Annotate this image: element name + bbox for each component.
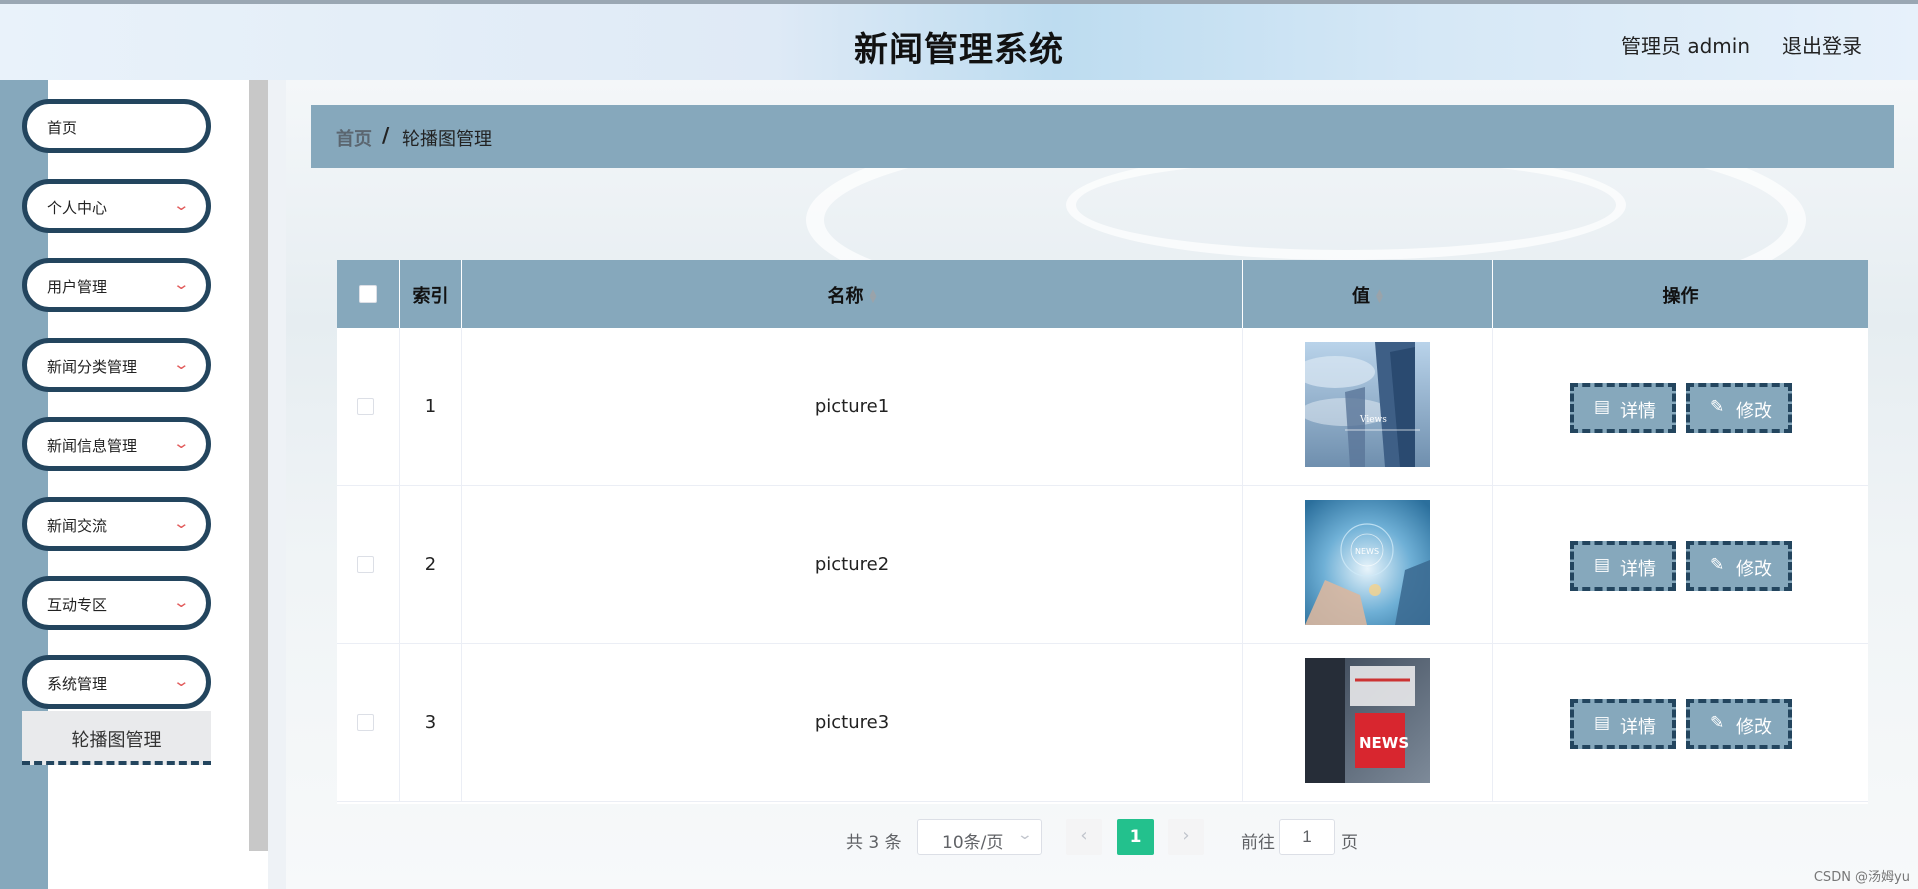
row-name: picture2	[814, 554, 890, 575]
breadcrumb-current: 轮播图管理	[402, 129, 492, 150]
chevron-down-icon: ⌄	[172, 672, 191, 690]
pencil-icon: ✎	[1710, 555, 1725, 575]
pencil-icon: ✎	[1710, 397, 1725, 417]
header: 新闻管理系统 管理员 admin 退出登录	[0, 0, 1918, 80]
sidebar-item-label: 个人中心	[47, 199, 108, 217]
edit-button[interactable]: ✎ 修改	[1686, 699, 1792, 749]
current-user: 管理员 admin	[1620, 34, 1750, 58]
sidebar-item-system[interactable]: 系统管理 ⌄	[22, 655, 211, 709]
submenu-item-carousel[interactable]: 轮播图管理	[22, 711, 211, 765]
row-index: 1	[424, 396, 437, 417]
watermark: CSDN @汤姆yu	[1813, 870, 1910, 885]
row-name: picture1	[814, 396, 890, 417]
sidebar-item-interaction[interactable]: 互动专区 ⌄	[22, 576, 211, 630]
document-icon: ▤	[1594, 713, 1611, 733]
column-header-name[interactable]: 名称 ▲ ▼	[462, 260, 1243, 328]
row-name: picture3	[814, 712, 890, 733]
svg-text:Views: Views	[1359, 415, 1387, 425]
sidebar-item-news-info[interactable]: 新闻信息管理 ⌄	[22, 417, 211, 471]
sidebar-item-home[interactable]: 首页	[22, 99, 211, 153]
table-row: 1 picture1 Views ▤ 详情 ✎ 修改	[337, 328, 1868, 486]
sidebar-item-users[interactable]: 用户管理 ⌄	[22, 258, 211, 312]
table-row: 3 picture3 NEWS ▤ 详情 ✎ 修改	[337, 644, 1868, 802]
table-header: 索引 名称 ▲ ▼ 值 ▲ ▼ 操作	[337, 260, 1868, 328]
page-number-button[interactable]: 1	[1117, 819, 1154, 855]
svg-text:NEWS: NEWS	[1355, 547, 1379, 556]
chevron-down-icon: ⌄	[1016, 827, 1034, 843]
sidebar-item-label: 首页	[47, 119, 78, 137]
svg-text:NEWS: NEWS	[1359, 734, 1409, 752]
sidebar-item-label: 互动专区	[47, 596, 108, 614]
breadcrumb: 首页 / 轮播图管理	[311, 105, 1894, 168]
pagination-total: 共 3 条	[846, 833, 902, 853]
data-table: 索引 名称 ▲ ▼ 值 ▲ ▼ 操作 1 picture1 Views ▤ 详情…	[337, 260, 1868, 804]
row-index: 2	[424, 554, 437, 575]
chevron-down-icon: ⌄	[172, 593, 191, 611]
row-checkbox[interactable]	[357, 714, 374, 731]
row-checkbox[interactable]	[357, 398, 374, 415]
detail-button[interactable]: ▤ 详情	[1570, 383, 1676, 433]
column-header-value[interactable]: 值 ▲ ▼	[1243, 260, 1493, 328]
chevron-down-icon: ⌄	[172, 275, 191, 293]
edit-button[interactable]: ✎ 修改	[1686, 383, 1792, 433]
document-icon: ▤	[1594, 555, 1611, 575]
table-row: 2 picture2 NEWS ▤ 详情 ✎ 修改	[337, 486, 1868, 644]
sidebar-item-news-exchange[interactable]: 新闻交流 ⌄	[22, 497, 211, 551]
pencil-icon: ✎	[1710, 713, 1725, 733]
submenu-item-label: 轮播图管理	[71, 730, 162, 751]
sidebar-item-label: 新闻分类管理	[47, 358, 138, 376]
goto-page-input[interactable]	[1279, 819, 1335, 855]
chevron-down-icon: ⌄	[172, 514, 191, 532]
goto-unit: 页	[1341, 833, 1358, 853]
column-header-index: 索引	[400, 260, 462, 328]
select-all-checkbox[interactable]	[359, 285, 377, 303]
carousel-thumbnail[interactable]: NEWS	[1305, 658, 1430, 783]
next-page-button[interactable]: ›	[1168, 819, 1204, 855]
sort-icon[interactable]: ▲ ▼	[870, 289, 877, 305]
sidebar-item-label: 用户管理	[47, 278, 108, 296]
chevron-down-icon: ⌄	[172, 355, 191, 373]
sidebar-item-label: 新闻交流	[47, 517, 108, 535]
row-checkbox[interactable]	[357, 556, 374, 573]
prev-page-button[interactable]: ‹	[1066, 819, 1102, 855]
detail-button[interactable]: ▤ 详情	[1570, 541, 1676, 591]
sort-icon[interactable]: ▲ ▼	[1376, 289, 1383, 305]
column-header-actions: 操作	[1662, 286, 1699, 307]
sidebar-item-label: 系统管理	[47, 675, 108, 693]
goto-label: 前往	[1241, 833, 1275, 853]
sidebar-item-profile[interactable]: 个人中心 ⌄	[22, 179, 211, 233]
breadcrumb-home[interactable]: 首页	[336, 125, 372, 151]
logout-link[interactable]: 退出登录	[1782, 30, 1862, 59]
sidebar-item-label: 新闻信息管理	[47, 437, 138, 455]
edit-button[interactable]: ✎ 修改	[1686, 541, 1792, 591]
row-index: 3	[424, 712, 437, 733]
detail-button[interactable]: ▤ 详情	[1570, 699, 1676, 749]
page-size-select[interactable]: 10条/页 ⌄	[917, 819, 1042, 855]
sidebar-item-news-category[interactable]: 新闻分类管理 ⌄	[22, 338, 211, 392]
chevron-down-icon: ⌄	[172, 196, 191, 214]
carousel-thumbnail[interactable]: Views	[1305, 342, 1430, 467]
carousel-thumbnail[interactable]: NEWS	[1305, 500, 1430, 625]
select-all-header	[337, 260, 400, 328]
sidebar-scrollbar[interactable]	[249, 80, 268, 851]
breadcrumb-separator: /	[382, 123, 390, 147]
chevron-down-icon: ⌄	[172, 434, 191, 452]
document-icon: ▤	[1594, 397, 1611, 417]
